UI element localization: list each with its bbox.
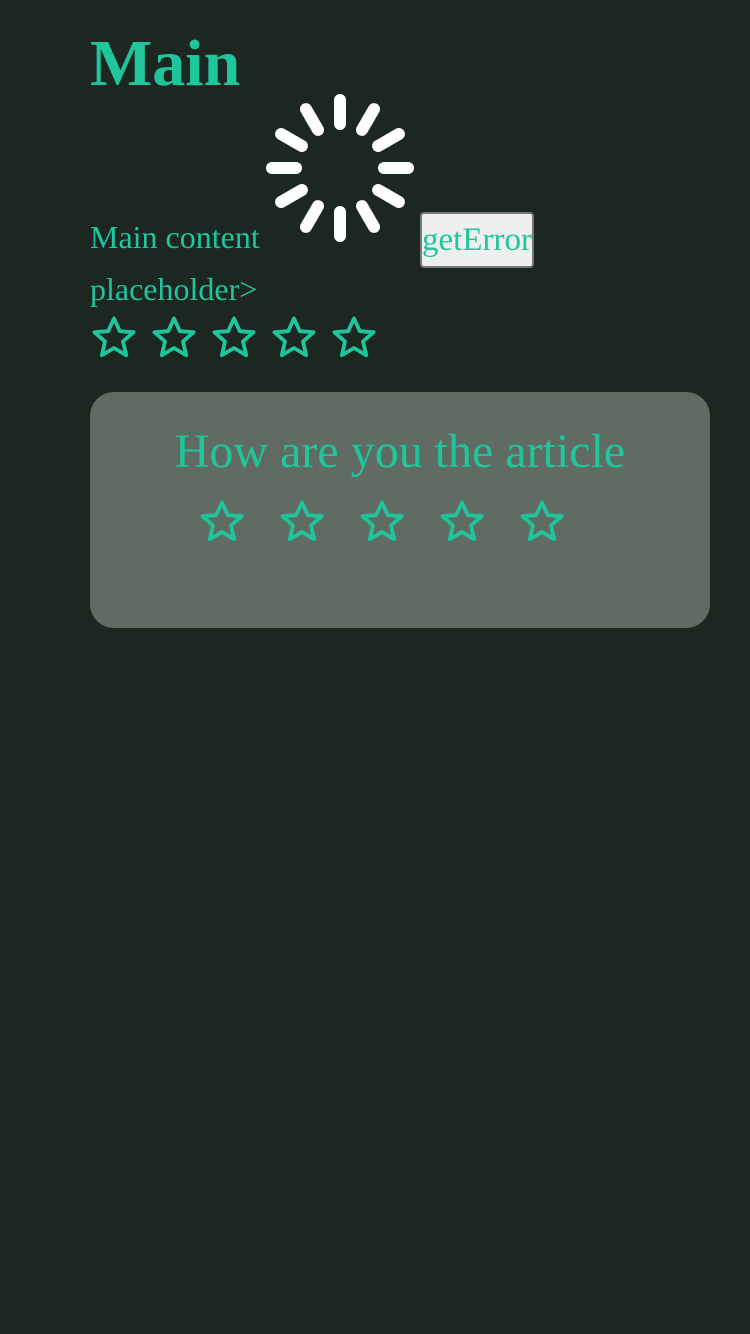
spinner-spokes — [266, 94, 414, 242]
article-rating-star-5-shape — [520, 500, 564, 542]
rating-question: How are you the article — [174, 425, 626, 478]
article-rating-star-3-icon[interactable] — [358, 498, 406, 546]
rating-star-5-icon[interactable] — [330, 314, 378, 362]
page-title: Main — [90, 27, 241, 100]
article-rating-star-4-shape — [440, 500, 484, 542]
rating-star-4-shape — [272, 316, 316, 358]
article-rating-star-1-icon[interactable] — [198, 498, 246, 546]
article-rating-star-2-shape — [280, 500, 324, 542]
rating-star-1-icon[interactable] — [90, 314, 138, 362]
article-rating-star-1-shape — [200, 500, 244, 542]
rating-star-5-shape — [332, 316, 376, 358]
article-rating-star-2-icon[interactable] — [278, 498, 326, 546]
rating-star-1-shape — [92, 316, 136, 358]
article-star-rating-row — [198, 498, 566, 546]
rating-star-2-shape — [152, 316, 196, 358]
get-error-button[interactable]: getError — [420, 212, 534, 268]
article-rating-star-5-icon[interactable] — [518, 498, 566, 546]
rating-star-3-shape — [212, 316, 256, 358]
main-content-placeholder: Main content placeholder> — [90, 219, 260, 307]
rating-star-3-icon[interactable] — [210, 314, 258, 362]
article-rating-star-3-shape — [360, 500, 404, 542]
rating-star-4-icon[interactable] — [270, 314, 318, 362]
article-rating-star-4-icon[interactable] — [438, 498, 486, 546]
article-rating-card: How are you the article — [90, 392, 710, 628]
rating-star-2-icon[interactable] — [150, 314, 198, 362]
star-rating-row — [90, 314, 378, 364]
loading-spinner-icon — [266, 94, 414, 242]
